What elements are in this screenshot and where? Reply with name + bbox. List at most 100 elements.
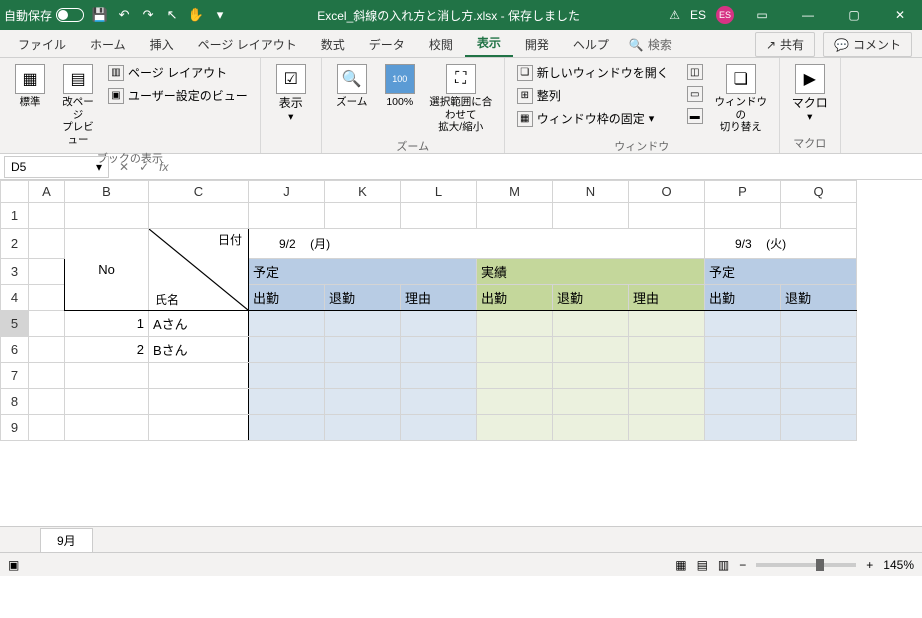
macro-button[interactable]: ▶マクロ▾ [788, 62, 832, 125]
cell[interactable] [781, 415, 857, 441]
page-break-button[interactable]: ▤改ページ プレビュー [56, 62, 100, 148]
cell[interactable] [249, 389, 325, 415]
cursor-icon[interactable]: ↖ [164, 7, 180, 23]
comment-button[interactable]: 💬コメント [823, 32, 912, 57]
tab-dev[interactable]: 開発 [513, 32, 561, 57]
normal-view-button[interactable]: ▦標準 [8, 62, 52, 111]
cell[interactable] [781, 311, 857, 337]
warning-icon[interactable]: ⚠ [669, 8, 680, 22]
ribbon-options-icon[interactable]: ▭ [744, 0, 780, 30]
cell[interactable] [249, 415, 325, 441]
tab-data[interactable]: データ [357, 32, 417, 57]
show-button[interactable]: ☑表示▾ [269, 62, 313, 125]
cell[interactable] [401, 389, 477, 415]
maximize-icon[interactable]: ▢ [836, 0, 872, 30]
tab-home[interactable]: ホーム [78, 32, 138, 57]
col-header[interactable]: A [29, 181, 65, 203]
cell[interactable] [553, 389, 629, 415]
cell-in1[interactable]: 出勤 [249, 285, 325, 311]
cell-name-2[interactable]: Bさん [149, 337, 249, 363]
cell[interactable] [65, 363, 149, 389]
cell[interactable] [401, 363, 477, 389]
cell-plan1[interactable]: 予定 [249, 259, 477, 285]
cell[interactable] [325, 311, 401, 337]
cell[interactable] [705, 311, 781, 337]
cell[interactable] [781, 363, 857, 389]
tab-formula[interactable]: 数式 [309, 32, 357, 57]
cell[interactable] [705, 337, 781, 363]
col-header[interactable]: P [705, 181, 781, 203]
tab-help[interactable]: ヘルプ [561, 32, 621, 57]
cell[interactable] [325, 389, 401, 415]
tab-insert[interactable]: 挿入 [138, 32, 186, 57]
row-header[interactable]: 2 [1, 229, 29, 259]
switch-window-button[interactable]: ❏ウィンドウの 切り替え [711, 62, 771, 136]
tab-layout[interactable]: ページ レイアウト [186, 32, 309, 57]
cell[interactable] [477, 415, 553, 441]
cell[interactable] [149, 389, 249, 415]
close-icon[interactable]: ✕ [882, 0, 918, 30]
touch-icon[interactable]: ✋ [188, 7, 204, 23]
enter-icon[interactable]: ✓ [139, 160, 149, 174]
cell-date2[interactable]: 9/3 (火) [705, 229, 857, 259]
cell[interactable] [705, 415, 781, 441]
row-header[interactable]: 3 [1, 259, 29, 285]
page-layout-button[interactable]: ▥ページ レイアウト [104, 62, 252, 83]
cell[interactable] [477, 311, 553, 337]
cell-in2[interactable]: 出勤 [477, 285, 553, 311]
cell[interactable] [325, 415, 401, 441]
view-layout-icon[interactable]: ▤ [697, 558, 708, 572]
col-header[interactable]: C [149, 181, 249, 203]
undo-icon[interactable]: ↶ [116, 7, 132, 23]
tab-view[interactable]: 表示 [465, 30, 513, 57]
cell[interactable] [553, 415, 629, 441]
cell[interactable] [401, 337, 477, 363]
cell[interactable] [149, 415, 249, 441]
user-avatar[interactable]: ES [716, 6, 734, 24]
autosave-toggle[interactable]: 自動保存 [4, 7, 84, 24]
qat-dropdown-icon[interactable]: ▾ [212, 7, 228, 23]
cell[interactable] [629, 415, 705, 441]
new-window-button[interactable]: ❏新しいウィンドウを開く [513, 62, 673, 83]
custom-view-button[interactable]: ▣ユーザー設定のビュー [104, 85, 252, 106]
cell[interactable] [477, 337, 553, 363]
cell-no-header[interactable]: No [65, 229, 149, 311]
unhide-button[interactable]: ▬ [683, 106, 707, 126]
cell[interactable] [705, 389, 781, 415]
zoom-fit-button[interactable]: ⛶選択範囲に合わせて 拡大/縮小 [426, 62, 496, 136]
cell[interactable] [325, 337, 401, 363]
row-header[interactable]: 6 [1, 337, 29, 363]
zoom-level[interactable]: 145% [883, 558, 914, 572]
cell[interactable] [629, 337, 705, 363]
worksheet-area[interactable]: ABCJKLMNOPQ 1 2 No 日付 氏名 9/2 (月) 9/3 (火)… [0, 180, 922, 526]
fx-icon[interactable]: fx [159, 160, 168, 174]
search-box[interactable]: 🔍 検索 [621, 32, 680, 57]
cell-reason1[interactable]: 理由 [401, 285, 477, 311]
view-break-icon[interactable]: ▥ [718, 558, 729, 572]
row-header[interactable]: 1 [1, 203, 29, 229]
cell[interactable] [629, 389, 705, 415]
cell[interactable] [477, 389, 553, 415]
tab-file[interactable]: ファイル [6, 32, 78, 57]
cell-name-1[interactable]: Aさん [149, 311, 249, 337]
cell-diagonal-header[interactable]: 日付 氏名 [149, 229, 249, 311]
share-button[interactable]: ↗共有 [755, 32, 815, 57]
save-icon[interactable]: 💾 [92, 7, 108, 23]
cell[interactable] [249, 337, 325, 363]
cell[interactable] [401, 311, 477, 337]
minimize-icon[interactable]: — [790, 0, 826, 30]
cell-reason2[interactable]: 理由 [629, 285, 705, 311]
col-header[interactable]: Q [781, 181, 857, 203]
cell[interactable] [553, 311, 629, 337]
row-header[interactable]: 8 [1, 389, 29, 415]
zoom-100-button[interactable]: 100100% [378, 62, 422, 111]
cell[interactable] [477, 363, 553, 389]
cancel-icon[interactable]: ✕ [119, 160, 129, 174]
col-header[interactable]: B [65, 181, 149, 203]
cell-out1[interactable]: 退勤 [325, 285, 401, 311]
cell-out2[interactable]: 退勤 [553, 285, 629, 311]
cell[interactable] [65, 389, 149, 415]
select-all-corner[interactable] [1, 181, 29, 203]
col-header[interactable]: O [629, 181, 705, 203]
col-header[interactable]: L [401, 181, 477, 203]
